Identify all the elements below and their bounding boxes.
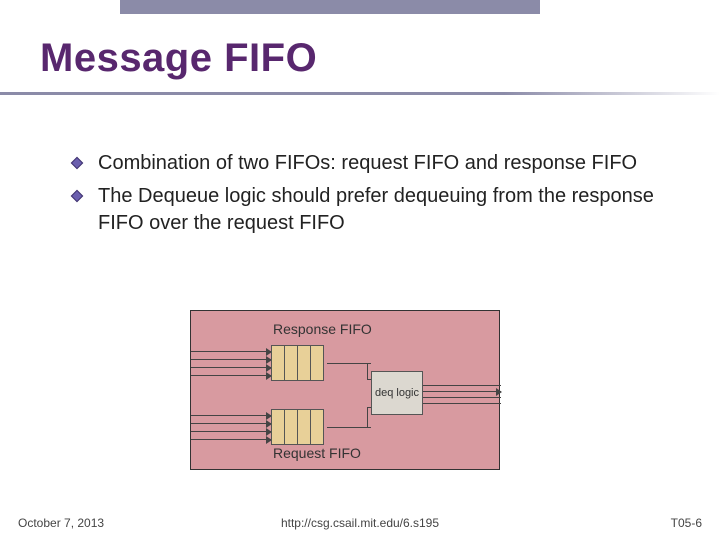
request-fifo-cells xyxy=(271,409,323,445)
deq-logic-box: deq logic xyxy=(371,371,423,415)
slide: Message FIFO Combination of two FIFOs: r… xyxy=(0,0,720,540)
fifo-cell xyxy=(297,409,311,445)
fifo-diagram: Response FIFO Request FIFO xyxy=(190,310,500,470)
wire xyxy=(367,407,368,427)
request-fifo-label: Request FIFO xyxy=(273,445,361,461)
wire xyxy=(191,415,271,416)
top-accent-bar xyxy=(120,0,540,14)
slide-title: Message FIFO xyxy=(40,36,317,81)
bullet-text: The Dequeue logic should prefer dequeuin… xyxy=(98,183,670,237)
wire xyxy=(423,397,501,398)
fifo-cell xyxy=(284,409,298,445)
fifo-cell xyxy=(271,409,285,445)
fifo-cell xyxy=(284,345,298,381)
deq-logic-label: deq logic xyxy=(375,387,419,399)
title-underline xyxy=(0,92,720,95)
wire xyxy=(191,359,271,360)
fifo-cell xyxy=(271,345,285,381)
bullet-item: The Dequeue logic should prefer dequeuin… xyxy=(70,183,670,237)
diamond-bullet-icon xyxy=(70,156,88,175)
wire xyxy=(423,391,501,392)
wire xyxy=(423,403,501,404)
wire xyxy=(367,363,368,379)
wire xyxy=(191,439,271,440)
wire xyxy=(327,427,371,428)
response-fifo-label: Response FIFO xyxy=(273,321,372,337)
bullet-text: Combination of two FIFOs: request FIFO a… xyxy=(98,150,637,177)
wire xyxy=(191,351,271,352)
footer-page-number: T05-6 xyxy=(671,516,702,530)
fifo-cell xyxy=(297,345,311,381)
wire xyxy=(191,423,271,424)
bullet-item: Combination of two FIFOs: request FIFO a… xyxy=(70,150,670,177)
wire xyxy=(327,363,371,364)
wire xyxy=(191,375,271,376)
wire xyxy=(191,431,271,432)
footer-url: http://csg.csail.mit.edu/6.s195 xyxy=(0,516,720,530)
title-block: Message FIFO xyxy=(40,36,317,81)
bullet-list: Combination of two FIFOs: request FIFO a… xyxy=(70,150,670,243)
fifo-cell xyxy=(310,345,324,381)
diamond-bullet-icon xyxy=(70,189,88,208)
wire xyxy=(191,367,271,368)
wire xyxy=(423,385,501,386)
fifo-container-box: Response FIFO Request FIFO xyxy=(190,310,500,470)
fifo-cell xyxy=(310,409,324,445)
response-fifo-cells xyxy=(271,345,323,381)
